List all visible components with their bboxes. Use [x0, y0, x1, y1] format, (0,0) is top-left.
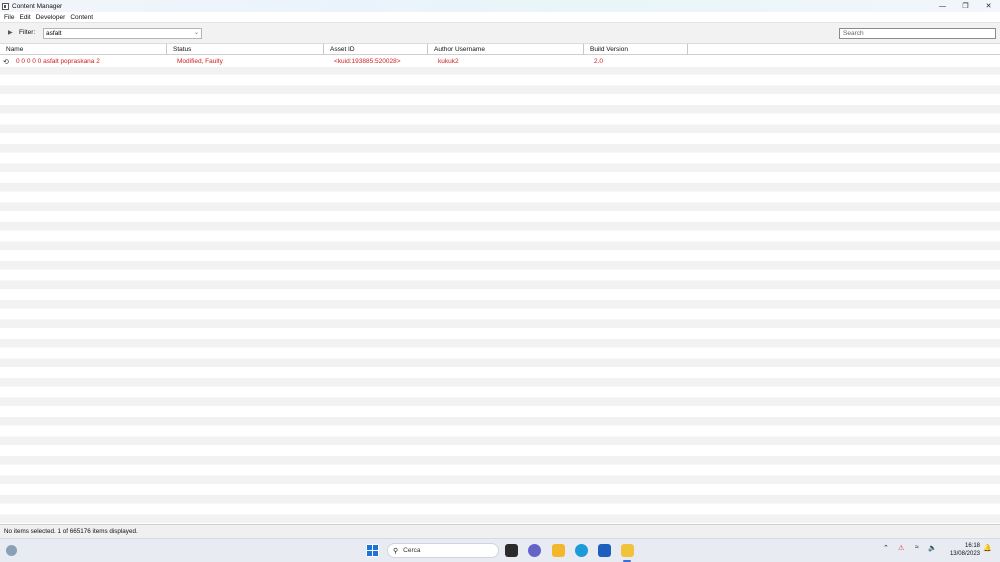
cell-build-version: 2.0	[594, 58, 604, 65]
column-header-asset-id[interactable]: Asset ID	[324, 44, 428, 55]
column-header-author[interactable]: Author Username	[428, 44, 584, 55]
task-view-icon[interactable]	[505, 544, 518, 557]
cell-author: kukuk2	[438, 58, 459, 65]
maximize-button[interactable]: ❐	[954, 0, 977, 12]
filter-label: Filter:	[19, 29, 36, 36]
column-header-status[interactable]: Status	[167, 44, 324, 55]
filter-dropdown[interactable]: asfalt ⌄	[43, 28, 202, 39]
column-header-build-version[interactable]: Build Version	[584, 44, 688, 55]
title-bar: Content Manager — ❐ ✕	[0, 0, 1000, 12]
window-title: Content Manager	[12, 2, 63, 10]
clock-time: 16:18	[964, 543, 980, 549]
app-icon	[2, 2, 9, 10]
taskbar-search[interactable]: ⚲ Cerca	[387, 543, 499, 558]
menu-developer[interactable]: Developer	[36, 14, 66, 21]
table-header: Name Status Asset ID Author Username Bui…	[0, 43, 1000, 55]
filter-value: asfalt	[46, 30, 62, 37]
wifi-icon[interactable]: ≈	[915, 544, 919, 551]
menu-bar: File Edit Developer Content	[0, 12, 1000, 22]
chevron-down-icon[interactable]: ⌄	[194, 29, 199, 36]
cell-name: 0 0 0 0 0 asfalt popraskana 2	[16, 58, 100, 65]
filter-expand-icon[interactable]: ▶	[8, 29, 14, 37]
status-bar: No items selected. 1 of 665176 items dis…	[0, 524, 1000, 538]
cell-status: Modified, Faulty	[177, 58, 223, 65]
close-button[interactable]: ✕	[977, 0, 1000, 12]
search-input[interactable]	[843, 30, 995, 37]
search-box[interactable]	[839, 28, 996, 39]
start-icon[interactable]	[366, 544, 379, 557]
filter-bar: ▶ Filter: asfalt ⌄	[0, 22, 1000, 43]
table-row[interactable]: ⟲ 0 0 0 0 0 asfalt popraskana 2 Modified…	[0, 56, 1000, 67]
window-controls: — ❐ ✕	[931, 0, 1000, 12]
menu-content[interactable]: Content	[70, 14, 93, 21]
menu-file[interactable]: File	[4, 14, 14, 21]
chat-icon[interactable]	[528, 544, 541, 557]
status-text: No items selected. 1 of 665176 items dis…	[4, 528, 138, 535]
clock[interactable]: 16:18 13/08/2023	[938, 542, 980, 558]
search-icon: ⚲	[393, 547, 399, 555]
widgets-icon[interactable]	[6, 545, 17, 556]
taskbar-search-label: Cerca	[403, 547, 421, 554]
content-list[interactable]: ⟲ 0 0 0 0 0 asfalt popraskana 2 Modified…	[0, 55, 1000, 524]
content-manager-taskbar-icon[interactable]	[621, 544, 634, 557]
volume-icon[interactable]: 🔈	[928, 544, 937, 552]
modified-asset-icon: ⟲	[3, 59, 9, 66]
clock-date: 13/08/2023	[949, 551, 980, 557]
network-alert-icon[interactable]: ⚠	[898, 544, 904, 552]
store-icon[interactable]	[598, 544, 611, 557]
file-explorer-icon[interactable]	[552, 544, 565, 557]
taskbar: ⚲ Cerca ⌃ ⚠ ≈ 🔈 16:18 13/08/2023 🔔	[0, 538, 1000, 562]
minimize-button[interactable]: —	[931, 0, 954, 12]
cell-asset-id: <kuid:193885:520028>	[334, 58, 401, 65]
chevron-up-icon[interactable]: ⌃	[883, 544, 889, 552]
edge-browser-icon[interactable]	[575, 544, 588, 557]
notification-bell-icon[interactable]: 🔔	[983, 544, 992, 552]
column-header-name[interactable]: Name	[0, 44, 167, 55]
menu-edit[interactable]: Edit	[19, 14, 30, 21]
